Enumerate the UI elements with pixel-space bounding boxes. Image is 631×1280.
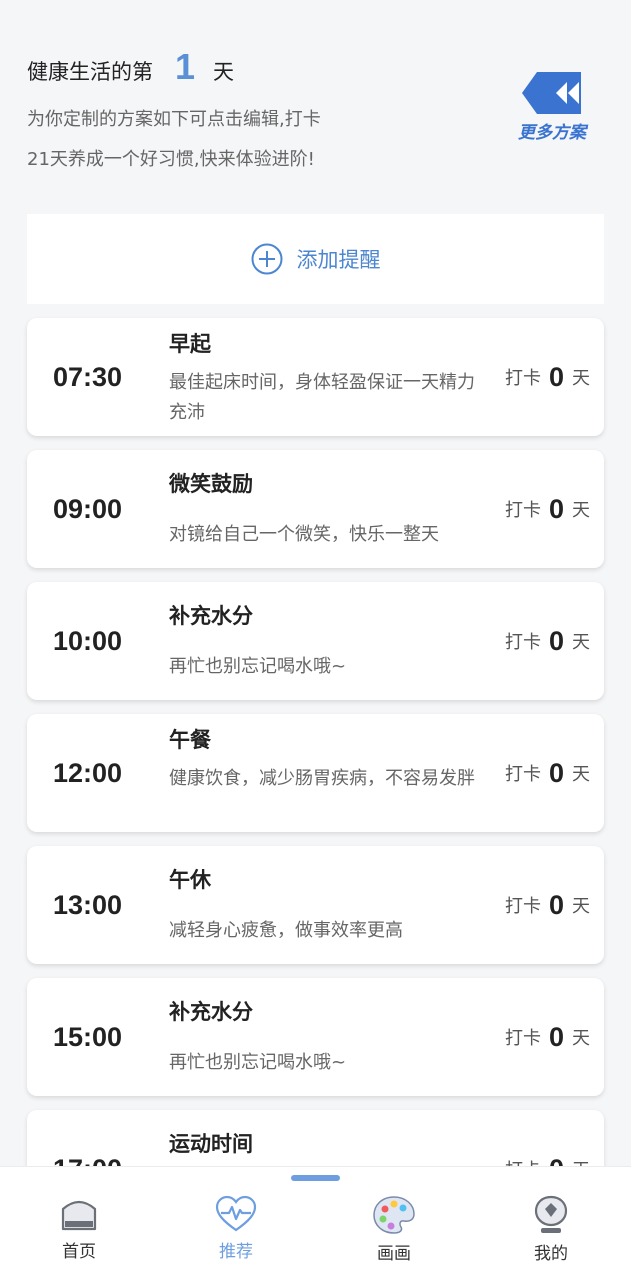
checkin-suffix: 天 — [572, 764, 590, 785]
bottom-nav: 首页 推荐 画画 我的 — [0, 1166, 631, 1280]
reminder-title: 微笑鼓励 — [169, 472, 253, 496]
reminder-card[interactable]: 07:30 早起 最佳起床时间，身体轻盈保证一天精力充沛 打卡 0 天 — [27, 318, 604, 436]
reminder-title: 补充水分 — [169, 1000, 253, 1024]
header: 健康生活的第 1 天 为你定制的方案如下可点击编辑,打卡 21天养成一个好习惯,… — [27, 46, 604, 196]
more-plans-label: 更多方案 — [518, 123, 586, 143]
checkin-days: 0 — [548, 1021, 564, 1052]
reminder-card[interactable]: 15:00 补充水分 再忙也别忘记喝水哦~ 打卡 0 天 — [27, 978, 604, 1096]
checkin-count[interactable]: 打卡 0 天 — [505, 450, 590, 568]
add-reminder-button[interactable]: 添加提醒 — [27, 214, 604, 304]
checkin-prefix: 打卡 — [504, 368, 541, 389]
checkin-days: 0 — [548, 757, 564, 788]
reminder-time: 15:00 — [53, 1022, 123, 1052]
subtitle-habit: 21天养成一个好习惯,快来体验进阶! — [27, 149, 315, 170]
reminder-time: 10:00 — [53, 626, 123, 656]
reminder-time: 07:30 — [53, 362, 123, 392]
reminder-card[interactable]: 12:00 午餐 健康饮食，减少肠胃疾病，不容易发胖 打卡 0 天 — [27, 714, 604, 832]
nav-indicator — [291, 1175, 340, 1181]
checkin-count[interactable]: 打卡 0 天 — [505, 318, 590, 436]
checkin-prefix: 打卡 — [504, 500, 541, 521]
nav-label-home: 首页 — [62, 1242, 96, 1262]
reminder-list: 07:30 早起 最佳起床时间，身体轻盈保证一天精力充沛 打卡 0 天 09:0… — [27, 318, 604, 1242]
checkin-suffix: 天 — [572, 632, 590, 653]
checkin-prefix: 打卡 — [504, 896, 541, 917]
nav-item-home[interactable]: 首页 — [34, 1195, 124, 1262]
more-plans-button[interactable]: 更多方案 — [512, 70, 592, 143]
back-tag-icon — [522, 72, 581, 114]
checkin-suffix: 天 — [572, 368, 590, 389]
add-circle-icon — [251, 243, 282, 275]
reminder-time: 09:00 — [53, 494, 123, 524]
checkin-count[interactable]: 打卡 0 天 — [505, 582, 590, 700]
reminder-title: 午餐 — [169, 728, 211, 752]
page: 健康生活的第 1 天 为你定制的方案如下可点击编辑,打卡 21天养成一个好习惯,… — [0, 0, 631, 1280]
reminder-desc: 再忙也别忘记喝水哦~ — [169, 656, 347, 677]
checkin-days: 0 — [548, 889, 564, 920]
reminder-desc: 健康饮食，减少肠胃疾病，不容易发胖 — [169, 768, 475, 789]
day-prefix: 健康生活的第 — [27, 60, 153, 84]
day-number: 1 — [175, 46, 196, 87]
home-icon — [61, 1200, 97, 1231]
nav-item-mine[interactable]: 我的 — [506, 1195, 596, 1264]
reminder-desc: 减轻身心疲惫，做事效率更高 — [169, 920, 403, 941]
reminder-title: 午休 — [169, 868, 211, 892]
checkin-suffix: 天 — [572, 500, 590, 521]
nav-label-recommend: 推荐 — [219, 1242, 253, 1262]
add-reminder-label: 添加提醒 — [296, 248, 381, 272]
nav-label-paint: 画画 — [377, 1244, 411, 1264]
nav-label-mine: 我的 — [534, 1244, 568, 1264]
checkin-days: 0 — [548, 493, 564, 524]
reminder-time: 13:00 — [53, 890, 123, 920]
reminder-title: 早起 — [169, 332, 211, 356]
checkin-suffix: 天 — [572, 1028, 590, 1049]
nav-item-recommend[interactable]: 推荐 — [191, 1195, 281, 1262]
profile-icon — [534, 1195, 568, 1233]
checkin-prefix: 打卡 — [504, 1028, 541, 1049]
reminder-card[interactable]: 10:00 补充水分 再忙也别忘记喝水哦~ 打卡 0 天 — [27, 582, 604, 700]
checkin-days: 0 — [548, 625, 564, 656]
reminder-time: 12:00 — [53, 758, 123, 788]
reminder-card[interactable]: 09:00 微笑鼓励 对镜给自己一个微笑，快乐一整天 打卡 0 天 — [27, 450, 604, 568]
palette-icon — [373, 1196, 415, 1234]
reminder-title: 补充水分 — [169, 604, 253, 628]
reminder-card[interactable]: 13:00 午休 减轻身心疲惫，做事效率更高 打卡 0 天 — [27, 846, 604, 964]
checkin-days: 0 — [548, 361, 564, 392]
day-suffix: 天 — [213, 60, 235, 84]
checkin-prefix: 打卡 — [504, 632, 541, 653]
checkin-count[interactable]: 打卡 0 天 — [505, 714, 590, 832]
heartbeat-icon — [215, 1195, 257, 1232]
reminder-desc: 最佳起床时间，身体轻盈保证一天精力充沛 — [169, 372, 475, 423]
checkin-count[interactable]: 打卡 0 天 — [505, 978, 590, 1096]
checkin-count[interactable]: 打卡 0 天 — [505, 846, 590, 964]
reminder-desc: 再忙也别忘记喝水哦~ — [169, 1052, 347, 1073]
reminder-desc: 对镜给自己一个微笑，快乐一整天 — [169, 524, 439, 545]
checkin-suffix: 天 — [572, 896, 590, 917]
reminder-title: 运动时间 — [169, 1132, 253, 1156]
checkin-prefix: 打卡 — [504, 764, 541, 785]
nav-item-paint[interactable]: 画画 — [349, 1195, 439, 1264]
